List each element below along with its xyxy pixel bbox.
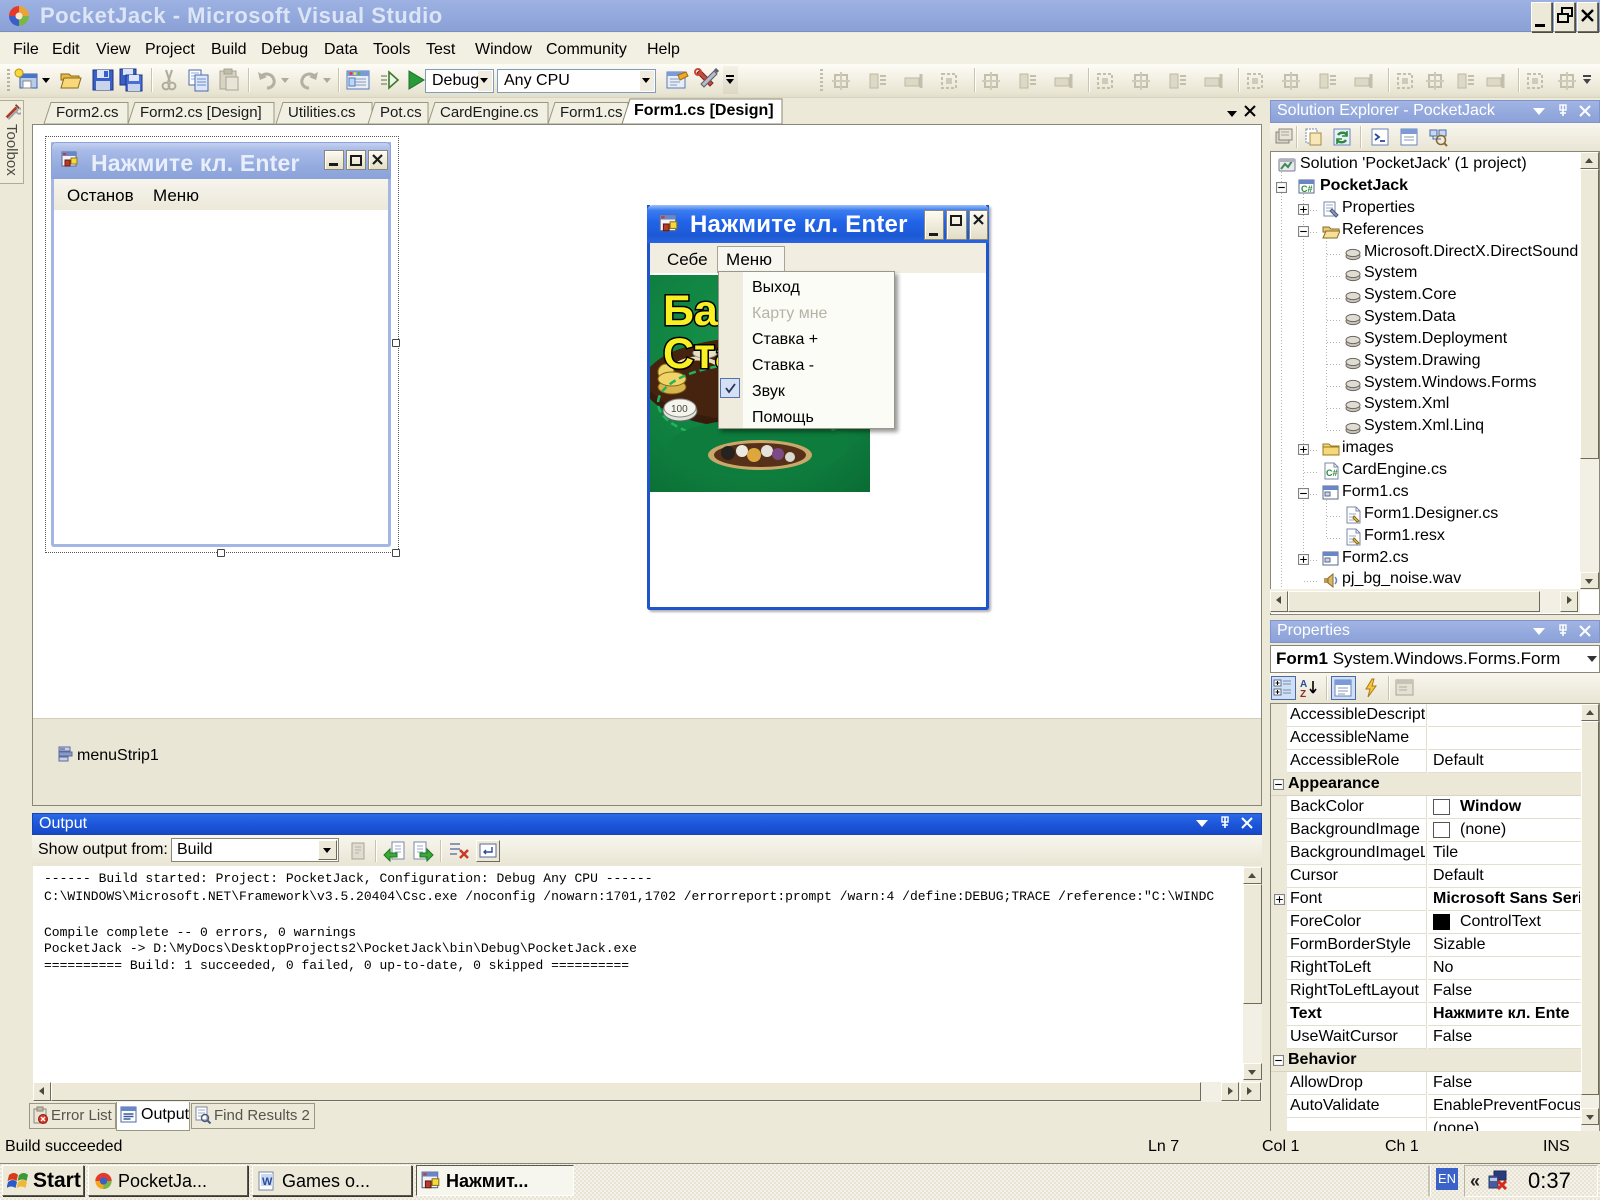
svg-text:Z: Z: [1300, 689, 1306, 699]
svg-text:C#: C#: [1326, 468, 1338, 478]
svg-text:C#: C#: [1301, 184, 1313, 194]
svg-text:W: W: [262, 1176, 273, 1188]
svg-text:100: 100: [671, 404, 688, 415]
